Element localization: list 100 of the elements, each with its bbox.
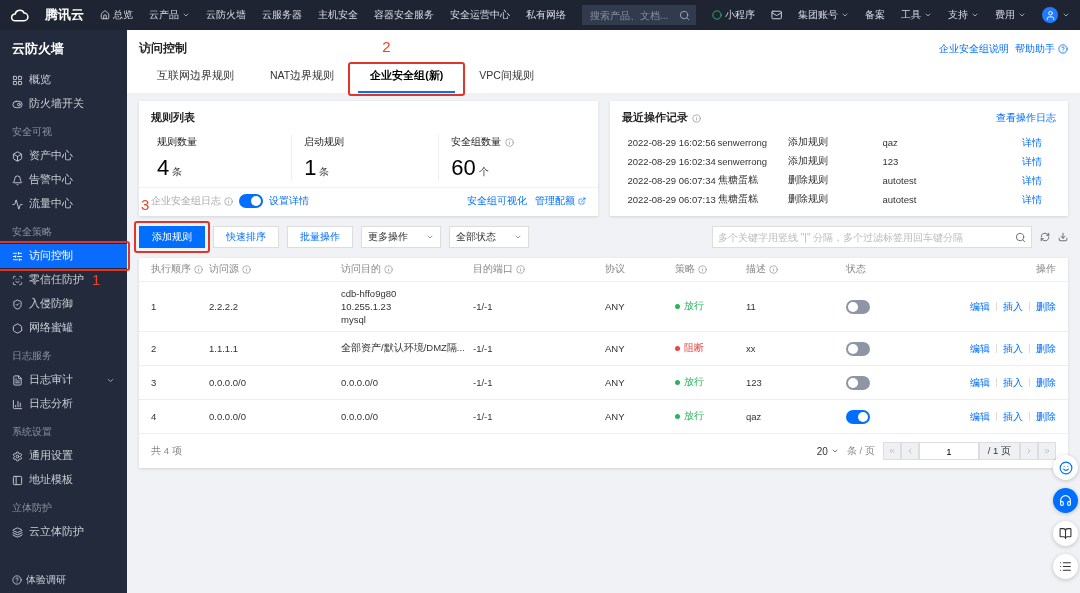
row-action-link[interactable]: 插入 — [1003, 299, 1023, 314]
mini-program-link[interactable]: 小程序 — [711, 8, 755, 22]
top-menu-item[interactable]: 支持 — [948, 8, 979, 22]
nav-menu-item[interactable]: 主机安全 — [317, 8, 358, 22]
nav-menu-item[interactable]: 容器安全服务 — [373, 8, 434, 22]
nav-menu-item[interactable]: 云防火墙 — [205, 8, 246, 22]
bar-chart-icon — [12, 398, 23, 410]
top-menu-item[interactable]: 费用 — [995, 8, 1026, 22]
toggle-switch[interactable] — [846, 375, 870, 390]
sidebar-item[interactable]: 网络蜜罐 — [0, 316, 85, 340]
top-menu-item[interactable]: 工具 — [901, 8, 932, 22]
headset-icon[interactable] — [1053, 488, 1078, 513]
nav-menu-item[interactable]: 私有网络 — [525, 8, 566, 22]
sidebar-item[interactable]: 入侵防御 — [0, 292, 85, 316]
sidebar-item[interactable]: 云立体防护 — [0, 520, 96, 544]
row-action-link[interactable]: 插入 — [1003, 409, 1023, 424]
tab[interactable]: 企业安全组(新) — [358, 69, 456, 93]
dropdown-select[interactable]: 更多操作 — [361, 226, 441, 248]
ring-icon — [711, 10, 722, 20]
nav-menu-item[interactable]: 安全运营中心 — [449, 8, 510, 22]
pulse-icon — [12, 198, 23, 210]
sidebar-heading: 安全可视 — [11, 125, 53, 139]
sidebar-item[interactable]: 日志分析 — [0, 392, 85, 416]
toolbar-button[interactable]: 添加规则 — [139, 226, 205, 248]
toolbar-button[interactable]: 快速排序 — [213, 226, 279, 248]
row-action-link[interactable]: 编辑 — [970, 409, 990, 424]
download-icon[interactable] — [1058, 232, 1068, 242]
table-cell-text: 0.0.0.0/0 — [209, 411, 247, 422]
shield-icon — [12, 298, 23, 310]
row-action-link[interactable]: 插入 — [1003, 375, 1023, 390]
page-size-select[interactable]: 20 — [816, 445, 839, 457]
nav-menu-item[interactable]: 云服务器 — [261, 8, 302, 22]
survey-link[interactable]: 体验调研 — [0, 567, 127, 593]
table-cell-text: 1 — [151, 301, 158, 312]
sidebar-item[interactable]: 资产中心 — [0, 144, 85, 168]
avatar-icon[interactable] — [1042, 7, 1070, 23]
sidebar-item[interactable]: 防火墙开关 — [0, 92, 96, 116]
table-cell-text: 2.2.2.2 — [209, 301, 240, 312]
row-action-link[interactable]: 编辑 — [970, 341, 990, 356]
toolbar-button[interactable]: 批量操作 — [287, 226, 353, 248]
toggle-switch[interactable] — [846, 409, 870, 424]
toggle-switch[interactable] — [846, 299, 870, 314]
dropdown-select[interactable]: 全部状态 — [449, 226, 529, 248]
policy-label: 放行 — [684, 376, 704, 389]
detail-link[interactable]: 详情 — [1022, 135, 1052, 150]
row-action-link[interactable]: 插入 — [1003, 341, 1023, 356]
toggle-switch[interactable] — [846, 341, 870, 356]
caret-icon — [514, 233, 522, 241]
stat-value: 1 — [304, 155, 317, 180]
sidebar-item[interactable]: 访问控制 — [0, 244, 127, 268]
help-link[interactable]: 帮助助手 — [1015, 41, 1068, 56]
mail-icon[interactable] — [770, 9, 782, 21]
document-icon — [12, 374, 23, 386]
search-field[interactable]: 搜索产品、文档... — [581, 5, 696, 25]
help-link[interactable]: 企业安全组说明 — [939, 41, 1009, 56]
smile-icon[interactable] — [1053, 455, 1078, 480]
sidebar-item[interactable]: 通用设置 — [0, 444, 85, 468]
policy-label: 阻断 — [684, 342, 704, 355]
cube-icon — [12, 150, 23, 162]
row-action-link[interactable]: 删除 — [1036, 299, 1056, 314]
row-action-link[interactable]: 编辑 — [970, 299, 990, 314]
log-link[interactable]: 查看操作日志 — [996, 111, 1056, 125]
top-menu-item[interactable]: 集团账号 — [798, 8, 849, 22]
page-input[interactable]: 1 — [918, 442, 979, 460]
sidebar-heading: 立体防护 — [11, 501, 53, 515]
sidebar-item[interactable]: 告警中心 — [0, 168, 85, 192]
chevron-right-icon — [1025, 447, 1033, 455]
page-total: / 1 页 — [978, 442, 1020, 460]
detail-link[interactable]: 详情 — [1022, 173, 1052, 188]
refresh-icon[interactable] — [1040, 232, 1050, 242]
row-action-link[interactable]: 删除 — [1036, 409, 1056, 424]
stat-unit: 条 — [172, 166, 183, 177]
caret-icon — [426, 233, 434, 241]
detail-link[interactable]: 详情 — [1022, 154, 1052, 169]
sliders-icon — [12, 250, 23, 262]
sidebar-item[interactable]: 日志审计 — [0, 368, 127, 392]
tab[interactable]: NAT边界规则 — [258, 69, 347, 93]
row-action-link[interactable]: 删除 — [1036, 375, 1056, 390]
card-link[interactable]: 管理配额 — [534, 194, 586, 208]
book-icon[interactable] — [1053, 521, 1078, 546]
cloud-logo-icon — [10, 8, 29, 22]
caret-icon — [971, 11, 979, 19]
tab[interactable]: VPC间规则 — [467, 69, 546, 93]
top-menu-item[interactable]: 备案 — [865, 8, 885, 22]
table-cell-text: ANY — [605, 411, 626, 422]
list-icon[interactable] — [1053, 554, 1078, 579]
row-action-link[interactable]: 编辑 — [970, 375, 990, 390]
table-cell-text: -1/-1 — [473, 411, 494, 422]
sidebar-item[interactable]: 流量中心 — [0, 192, 85, 216]
detail-link[interactable]: 详情 — [1022, 192, 1052, 207]
row-action-link[interactable]: 删除 — [1036, 341, 1056, 356]
sidebar-item[interactable]: 概览 — [0, 68, 63, 92]
stat-value: 60 — [451, 155, 476, 180]
sidebar-item[interactable]: 地址模板 — [0, 468, 85, 492]
caret-icon — [924, 11, 932, 19]
nav-menu-item[interactable]: 云产品 — [148, 8, 190, 22]
column-header: 描述 — [746, 263, 846, 276]
tab[interactable]: 互联网边界规则 — [145, 69, 246, 93]
card-link[interactable]: 安全组可视化 — [466, 194, 527, 208]
home-link[interactable]: 总览 — [99, 8, 133, 22]
